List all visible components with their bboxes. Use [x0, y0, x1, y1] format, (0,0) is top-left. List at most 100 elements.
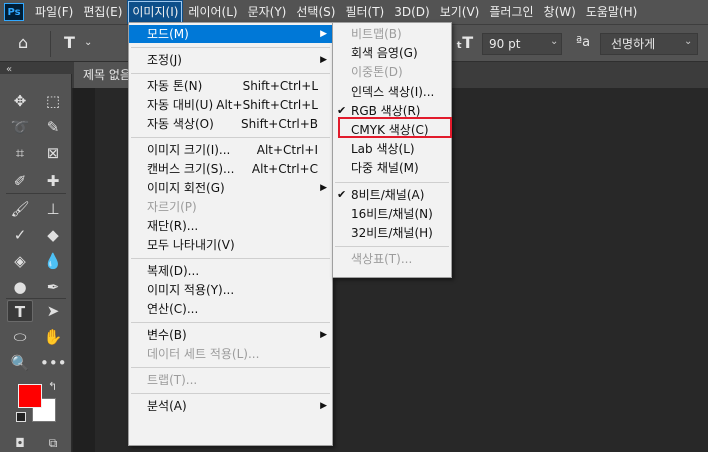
menu-separator	[131, 393, 330, 394]
image-menu-item-label: 분석(A)	[147, 399, 187, 413]
menu-image[interactable]: 이미지(I)	[127, 0, 184, 24]
mode-menu-item-label: 이중톤(D)	[351, 65, 403, 80]
quick-select-tool-icon[interactable]: ✎	[40, 116, 66, 138]
mode-menu-item[interactable]: Lab 색상(L)	[333, 140, 451, 158]
shortcut-label: Shift+Ctrl+L	[242, 79, 318, 93]
image-menu-item-label: 캔버스 크기(S)...	[147, 162, 235, 176]
healing-brush-tool-icon[interactable]: ✚	[40, 170, 66, 192]
image-menu-item-label: 이미지 적용(Y)...	[147, 283, 235, 297]
paint-bucket-tool-icon[interactable]: ◈	[7, 250, 33, 272]
hand-tool-icon[interactable]: ✋	[40, 326, 66, 348]
menu-3d[interactable]: 3D(D)	[389, 0, 434, 24]
menu-select[interactable]: 선택(S)	[291, 0, 340, 24]
eraser-tool-icon[interactable]: ◆	[40, 224, 66, 246]
chevron-down-icon[interactable]: ⌄	[684, 36, 692, 47]
image-menu-item-label: 자동 대비(U)	[147, 98, 214, 112]
home-icon[interactable]: ⌂	[18, 33, 28, 52]
image-menu-item[interactable]: 분석(A) ▶	[129, 397, 332, 415]
submenu-arrow-icon: ▶	[320, 401, 327, 411]
type-tool-icon[interactable]: T	[7, 300, 33, 322]
mode-menu-item[interactable]: 회색 음영(G)	[333, 44, 451, 62]
blur-tool-icon[interactable]: 💧	[40, 250, 66, 272]
menu-type[interactable]: 문자(Y)	[243, 0, 292, 24]
menu-help[interactable]: 도움말(H)	[581, 0, 643, 24]
zoom-tool-icon[interactable]: 🔍	[7, 352, 33, 374]
eyedropper-tool-icon[interactable]: ✐	[7, 170, 33, 192]
dodge-tool-icon[interactable]: ●	[7, 276, 33, 298]
checkmark-icon: ✔	[337, 187, 347, 201]
image-menu-item[interactable]: 이미지 회전(G) ▶	[129, 179, 332, 197]
marquee-tool-icon[interactable]: ⬚	[40, 90, 66, 112]
menu-separator	[335, 246, 449, 248]
menu-plugins[interactable]: 플러그인	[484, 0, 538, 24]
mode-menu-item-label: 16비트/채널(N)	[351, 206, 433, 221]
menu-separator	[131, 322, 330, 323]
ellipse-tool-icon[interactable]: ⬭	[7, 326, 33, 348]
image-menu-item[interactable]: 조정(J) ▶	[129, 51, 332, 69]
menu-view[interactable]: 보기(V)	[435, 0, 485, 24]
menu-window[interactable]: 창(W)	[539, 0, 581, 24]
quick-mask-icon[interactable]: ◘	[7, 432, 33, 452]
image-menu-item-label: 이미지 회전(G)	[147, 181, 225, 195]
mode-menu-item-label: 다중 채널(M)	[351, 161, 419, 176]
chevron-down-icon[interactable]: ⌄	[84, 37, 92, 48]
canvas-edge	[73, 88, 95, 452]
mode-menu-item-label: 비트맵(B)	[351, 27, 402, 41]
menu-separator	[131, 258, 330, 259]
mode-menu-item: 이중톤(D)	[333, 63, 451, 81]
document-tab[interactable]: 제목 없음	[74, 62, 136, 88]
mode-menu-item: 비트맵(B)	[333, 25, 451, 43]
menu-file[interactable]: 파일(F)	[30, 0, 78, 24]
image-menu-item[interactable]: 캔버스 크기(S)... Alt+Ctrl+C	[129, 160, 332, 178]
shortcut-label: Alt+Shift+Ctrl+L	[216, 98, 318, 112]
menu-filter[interactable]: 필터(T)	[340, 0, 389, 24]
brush-tool-icon[interactable]: 🖌	[7, 198, 33, 220]
chevron-down-icon[interactable]: ⌄	[550, 36, 558, 47]
antialias-icon: ªa	[576, 35, 591, 50]
move-tool-icon[interactable]: ✥	[7, 90, 33, 112]
menu-layer[interactable]: 레이어(L)	[183, 0, 242, 24]
clone-stamp-tool-icon[interactable]: ⊥	[40, 198, 66, 220]
mode-menu-item: 색상표(T)...	[333, 250, 451, 268]
path-selection-tool-icon[interactable]: ➤	[40, 300, 66, 322]
image-menu-item-label: 모드(M)	[147, 27, 189, 41]
mode-submenu: 비트맵(B) 회색 음영(G) 이중톤(D) 인덱스 색상(I)... ✔ RGB 색상(…	[332, 22, 452, 278]
foreground-color-swatch[interactable]	[18, 384, 42, 408]
more-tools-icon[interactable]: •••	[40, 352, 67, 374]
photoshop-logo-icon: Ps	[4, 3, 24, 21]
image-menu-item[interactable]: 모드(M) ▶	[129, 25, 332, 43]
mode-menu-item[interactable]: 32비트/채널(H)	[333, 224, 451, 242]
image-menu-item[interactable]: 자동 대비(U) Alt+Shift+Ctrl+L	[129, 96, 332, 114]
image-menu-item[interactable]: 변수(B) ▶	[129, 326, 332, 344]
image-menu-item[interactable]: 복제(D)...	[129, 262, 332, 280]
image-menu-item[interactable]: 재단(R)...	[129, 217, 332, 235]
crop-tool-icon[interactable]: ⌗	[7, 142, 33, 164]
type-tool-preset-icon[interactable]: T	[64, 33, 75, 52]
image-menu-item-label: 자동 톤(N)	[147, 79, 203, 93]
image-menu-item[interactable]: 이미지 크기(I)... Alt+Ctrl+I	[129, 141, 332, 159]
image-menu-item-label: 자르기(P)	[147, 200, 197, 214]
menu-edit[interactable]: 편집(E)	[78, 0, 127, 24]
history-brush-tool-icon[interactable]: ✓	[7, 224, 33, 246]
mode-menu-item[interactable]: 16비트/채널(N)	[333, 205, 451, 223]
mode-menu-item[interactable]: 인덱스 색상(I)...	[333, 83, 451, 101]
mode-menu-item[interactable]: ✔ 8비트/채널(A)	[333, 186, 451, 204]
swap-colors-icon[interactable]: ↰	[48, 380, 57, 393]
submenu-arrow-icon: ▶	[320, 330, 327, 340]
image-menu-item[interactable]: 모두 나타내기(V)	[129, 236, 332, 254]
image-menu-item[interactable]: 연산(C)...	[129, 300, 332, 318]
lasso-tool-icon[interactable]: ➰	[7, 116, 33, 138]
pen-tool-icon[interactable]: ✒	[40, 276, 66, 298]
image-menu-item-label: 데이터 세트 적용(L)...	[147, 347, 260, 361]
frame-tool-icon[interactable]: ⊠	[40, 142, 66, 164]
menu-separator	[131, 367, 330, 368]
font-size-icon: ₜT	[456, 33, 474, 52]
mode-menu-item-label: 인덱스 색상(I)...	[351, 84, 435, 99]
screen-mode-icon[interactable]: ⧉	[40, 432, 66, 452]
image-menu-item[interactable]: 자동 색상(O) Shift+Ctrl+B	[129, 115, 332, 133]
image-menu-item[interactable]: 자동 톤(N) Shift+Ctrl+L	[129, 77, 332, 95]
default-colors-icon[interactable]	[16, 412, 26, 422]
image-menu-item[interactable]: 이미지 적용(Y)...	[129, 281, 332, 299]
menu-separator	[131, 73, 330, 74]
mode-menu-item[interactable]: 다중 채널(M)	[333, 159, 451, 177]
